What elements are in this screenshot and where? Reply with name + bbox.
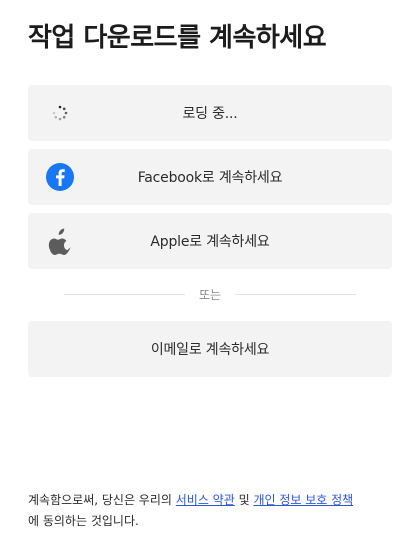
apple-login-button[interactable]: Apple로 계속하세요: [28, 213, 392, 269]
terms-of-service-link[interactable]: 서비스 약관: [176, 493, 235, 507]
facebook-login-button[interactable]: Facebook로 계속하세요: [28, 149, 392, 205]
email-login-button[interactable]: 이메일로 계속하세요: [28, 321, 392, 377]
spinner-icon: [46, 99, 74, 127]
apple-icon: [46, 227, 74, 255]
terms-prefix: 계속함으로써, 당신은 우리의: [28, 493, 176, 507]
facebook-login-label: Facebook로 계속하세요: [137, 170, 283, 186]
apple-login-label: Apple로 계속하세요: [150, 234, 270, 250]
page-title: 작업 다운로드를 계속하세요: [28, 23, 327, 53]
email-login-label: 이메일로 계속하세요: [150, 342, 270, 358]
divider-line-right: [235, 293, 356, 295]
loading-button[interactable]: 로딩 중...: [28, 85, 392, 141]
terms-notice: 계속함으로써, 당신은 우리의 서비스 약관 및 개인 정보 보호 정책에 동의…: [28, 490, 392, 532]
facebook-icon: [46, 163, 74, 191]
terms-suffix: 에 동의하는 것입니다.: [28, 514, 139, 528]
divider-line-left: [64, 293, 185, 295]
or-divider: 또는: [64, 285, 356, 303]
divider-text: 또는: [198, 287, 222, 302]
privacy-policy-link[interactable]: 개인 정보 보호 정책: [253, 493, 353, 507]
terms-middle: 및: [234, 493, 254, 507]
loading-label: 로딩 중...: [182, 106, 238, 122]
